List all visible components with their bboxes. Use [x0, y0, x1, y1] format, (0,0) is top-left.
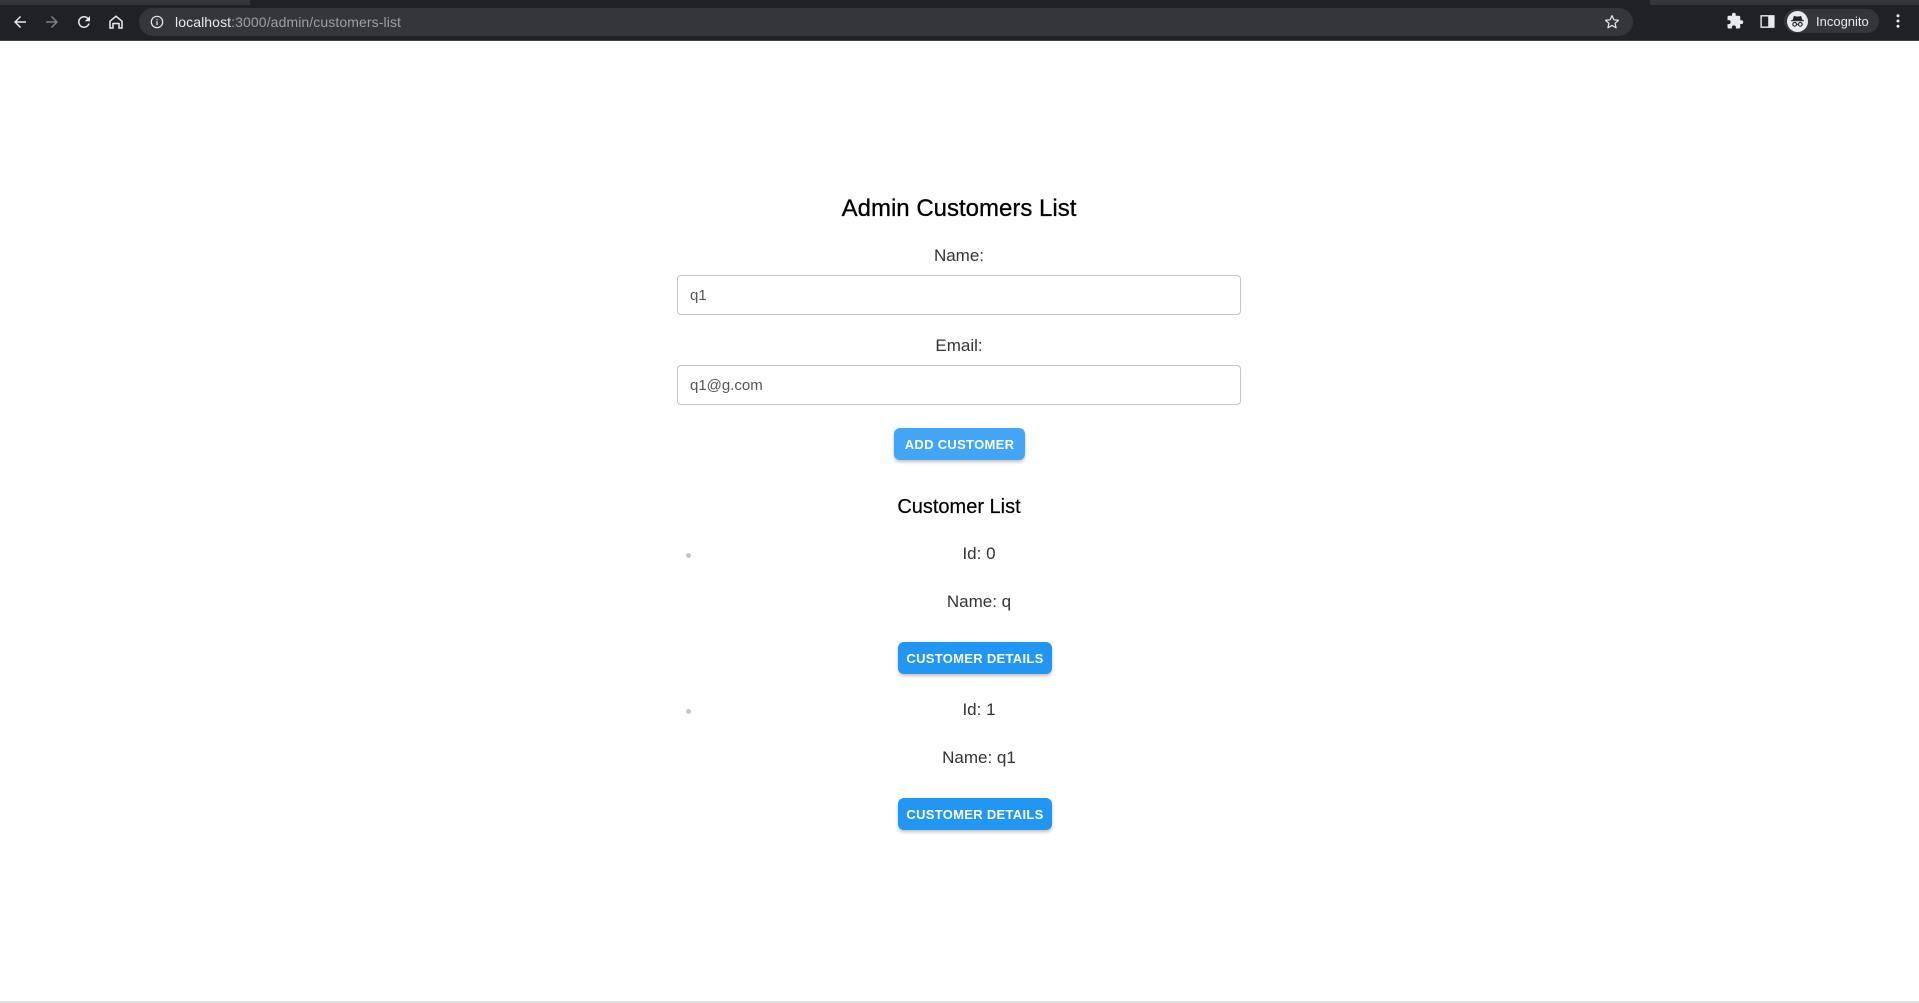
forward-icon[interactable] [40, 10, 64, 34]
list-bullet [686, 553, 691, 558]
incognito-icon [1787, 10, 1808, 32]
profile-button[interactable]: Incognito [1784, 9, 1879, 33]
menu-icon[interactable] [1888, 11, 1908, 31]
customer-name: Name: q [946, 592, 1012, 611]
email-input[interactable] [677, 365, 1241, 405]
customer-list-item: Id: 0 Name: q CUSTOMER DETAILS [677, 544, 1241, 700]
profile-label: Incognito [1816, 13, 1869, 29]
star-icon[interactable] [1603, 13, 1621, 31]
back-icon[interactable] [8, 10, 32, 34]
customer-details-button[interactable]: CUSTOMER DETAILS [898, 798, 1052, 830]
email-label: Email: [935, 336, 983, 355]
address-bar[interactable]: localhost:3000/admin/customers-list [139, 8, 1633, 36]
page-content: Admin Customers List Name: Email: ADD CU… [0, 41, 1919, 1003]
customer-list-title: Customer List [897, 496, 1021, 518]
url-host: localhost [175, 14, 232, 30]
name-label: Name: [933, 246, 985, 265]
browser-toolbar: localhost:3000/admin/customers-list Inco… [0, 0, 1919, 41]
page-title: Admin Customers List [841, 195, 1077, 222]
url-path: :3000/admin/customers-list [231, 14, 402, 30]
customer-details-button[interactable]: CUSTOMER DETAILS [898, 642, 1052, 674]
list-bullet [686, 709, 691, 714]
extensions-icon[interactable] [1725, 11, 1745, 31]
home-icon[interactable] [104, 10, 128, 34]
tab-strip [0, 0, 1919, 5]
reload-icon[interactable] [72, 10, 96, 34]
side-panel-icon[interactable] [1757, 11, 1777, 31]
customer-id: Id: 0 [962, 544, 996, 563]
name-input[interactable] [677, 275, 1241, 315]
customer-name: Name: q1 [942, 748, 1016, 767]
customer-list-item: Id: 1 Name: q1 CUSTOMER DETAILS [677, 700, 1241, 856]
active-tab[interactable] [250, 0, 1650, 5]
customer-id: Id: 1 [962, 700, 996, 719]
url-text: localhost:3000/admin/customers-list [175, 14, 401, 30]
info-icon[interactable] [149, 14, 165, 30]
add-customer-button[interactable]: ADD CUSTOMER [894, 428, 1025, 460]
